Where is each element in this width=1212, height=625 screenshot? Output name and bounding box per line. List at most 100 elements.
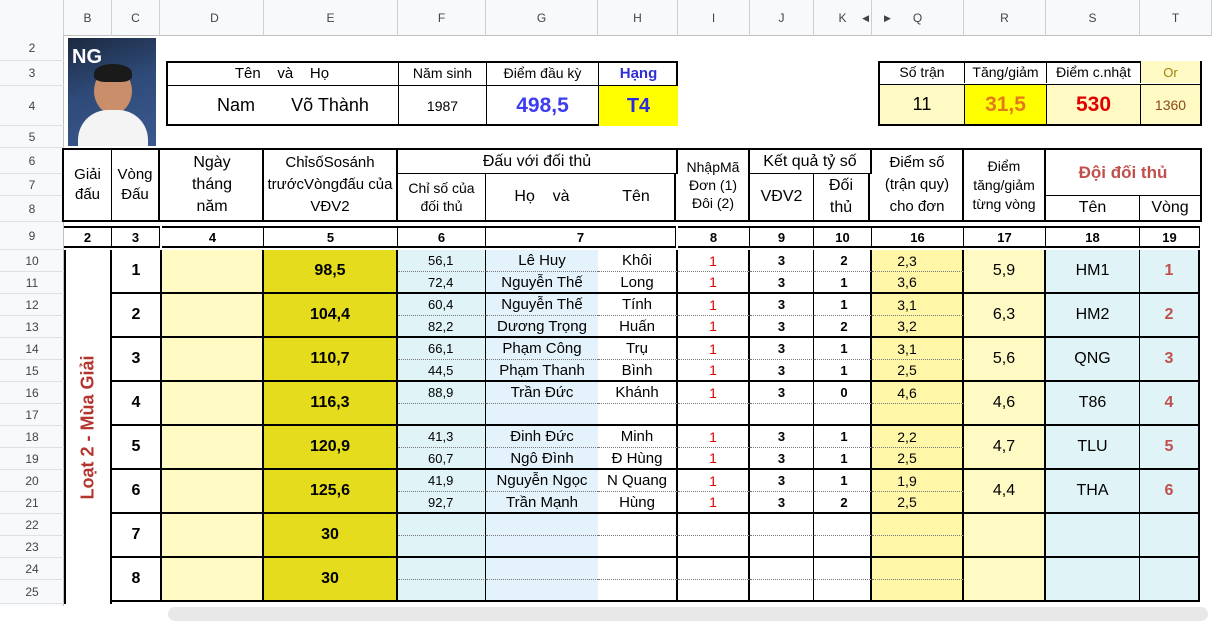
opp-surname[interactable]: Phạm Công [486,338,598,360]
vdv2-score[interactable] [750,514,814,536]
date-cell[interactable] [162,338,264,382]
opp-score[interactable]: 1 [814,448,872,470]
row-header[interactable]: 7 [0,174,64,196]
rank-value[interactable]: T4 [598,85,678,126]
opp-index[interactable]: 82,2 [398,316,486,338]
opp-index[interactable]: 88,9 [398,382,486,404]
opp-index[interactable]: 44,5 [398,360,486,382]
column-header-t[interactable]: T [1140,0,1212,36]
vdv2-score[interactable] [750,536,814,558]
opp-given-name[interactable]: Long [598,272,678,294]
opp-surname[interactable] [486,404,598,426]
opp-score[interactable]: 0 [814,382,872,404]
match-type[interactable]: 1 [678,382,750,404]
opp-index[interactable]: 41,9 [398,470,486,492]
column-header-s[interactable]: S [1046,0,1140,36]
round-delta[interactable]: 4,6 [964,382,1046,426]
opp-surname[interactable] [486,580,598,602]
match-type[interactable]: 1 [678,426,750,448]
column-header-j[interactable]: J [750,0,814,36]
vdv2-score[interactable] [750,580,814,602]
opp-index[interactable]: 92,7 [398,492,486,514]
opp-given-name[interactable] [598,536,678,558]
row-header[interactable]: 25 [0,580,64,604]
opp-score[interactable]: 1 [814,426,872,448]
opp-surname[interactable]: Đinh Đức [486,426,598,448]
opp-given-name[interactable]: Minh [598,426,678,448]
opp-surname[interactable]: Trần Đức [486,382,598,404]
match-type[interactable]: 1 [678,316,750,338]
opp-score[interactable]: 1 [814,294,872,316]
opp-given-name[interactable] [598,580,678,602]
date-cell[interactable] [162,470,264,514]
team-round[interactable] [1140,514,1200,558]
match-points[interactable] [872,536,964,558]
opp-team[interactable] [1046,514,1140,558]
last-name[interactable]: Võ Thành [276,86,384,124]
match-points[interactable]: 3,6 [872,272,964,294]
match-points[interactable]: 3,2 [872,316,964,338]
match-points[interactable]: 2,5 [872,492,964,514]
round-delta[interactable]: 4,7 [964,426,1046,470]
team-round[interactable]: 2 [1140,294,1200,338]
row-header[interactable]: 8 [0,196,64,222]
match-points[interactable]: 2,3 [872,250,964,272]
opp-surname[interactable]: Lê Huy [486,250,598,272]
opp-given-name[interactable]: Huấn [598,316,678,338]
column-header-k[interactable]: K ◀ [814,0,872,36]
vdv2-score[interactable]: 3 [750,316,814,338]
opp-surname[interactable] [486,558,598,580]
opp-given-name[interactable]: Khánh [598,382,678,404]
collapse-left-icon[interactable]: ◀ [862,0,869,36]
opp-index[interactable] [398,536,486,558]
opp-index[interactable] [398,580,486,602]
match-type[interactable] [678,558,750,580]
match-type[interactable]: 1 [678,360,750,382]
column-header-f[interactable]: F [398,0,486,36]
opp-index[interactable] [398,514,486,536]
opp-score[interactable]: 1 [814,360,872,382]
row-header[interactable]: 23 [0,536,64,558]
opp-team[interactable] [1046,558,1140,602]
opp-given-name[interactable]: Khôi [598,250,678,272]
opp-surname[interactable]: Dương Trọng [486,316,598,338]
opp-surname[interactable]: Nguyễn Thế [486,272,598,294]
match-type[interactable]: 1 [678,492,750,514]
or-value[interactable]: 1360 [1140,84,1200,124]
opp-team[interactable]: THA [1046,470,1140,514]
round-index[interactable]: 110,7 [264,338,398,382]
date-cell[interactable] [162,558,264,602]
opp-given-name[interactable]: Trụ [598,338,678,360]
opp-team[interactable]: T86 [1046,382,1140,426]
column-header-b[interactable]: B [64,0,112,36]
match-type[interactable] [678,514,750,536]
round-delta[interactable]: 6,3 [964,294,1046,338]
opp-index[interactable]: 60,7 [398,448,486,470]
row-header[interactable]: 13 [0,316,64,338]
opp-given-name[interactable]: Đ Hùng [598,448,678,470]
date-cell[interactable] [162,426,264,470]
match-points[interactable]: 2,5 [872,360,964,382]
opp-given-name[interactable] [598,514,678,536]
column-header-h[interactable]: H [598,0,678,36]
vdv2-score[interactable]: 3 [750,338,814,360]
opp-index[interactable]: 66,1 [398,338,486,360]
team-round[interactable]: 4 [1140,382,1200,426]
match-points[interactable] [872,404,964,426]
opp-score[interactable] [814,404,872,426]
opp-index[interactable] [398,558,486,580]
opp-score[interactable] [814,558,872,580]
opp-surname[interactable]: Nguyễn Ngọc [486,470,598,492]
row-header[interactable]: 21 [0,492,64,514]
match-type[interactable]: 1 [678,294,750,316]
opp-given-name[interactable]: N Quang [598,470,678,492]
team-round[interactable]: 3 [1140,338,1200,382]
row-header[interactable]: 16 [0,382,64,404]
vdv2-score[interactable]: 3 [750,426,814,448]
first-name[interactable]: Nam [196,86,276,124]
row-header[interactable]: 19 [0,448,64,470]
vdv2-score[interactable]: 3 [750,294,814,316]
vdv2-score[interactable]: 3 [750,382,814,404]
match-type[interactable] [678,536,750,558]
opp-given-name[interactable] [598,404,678,426]
